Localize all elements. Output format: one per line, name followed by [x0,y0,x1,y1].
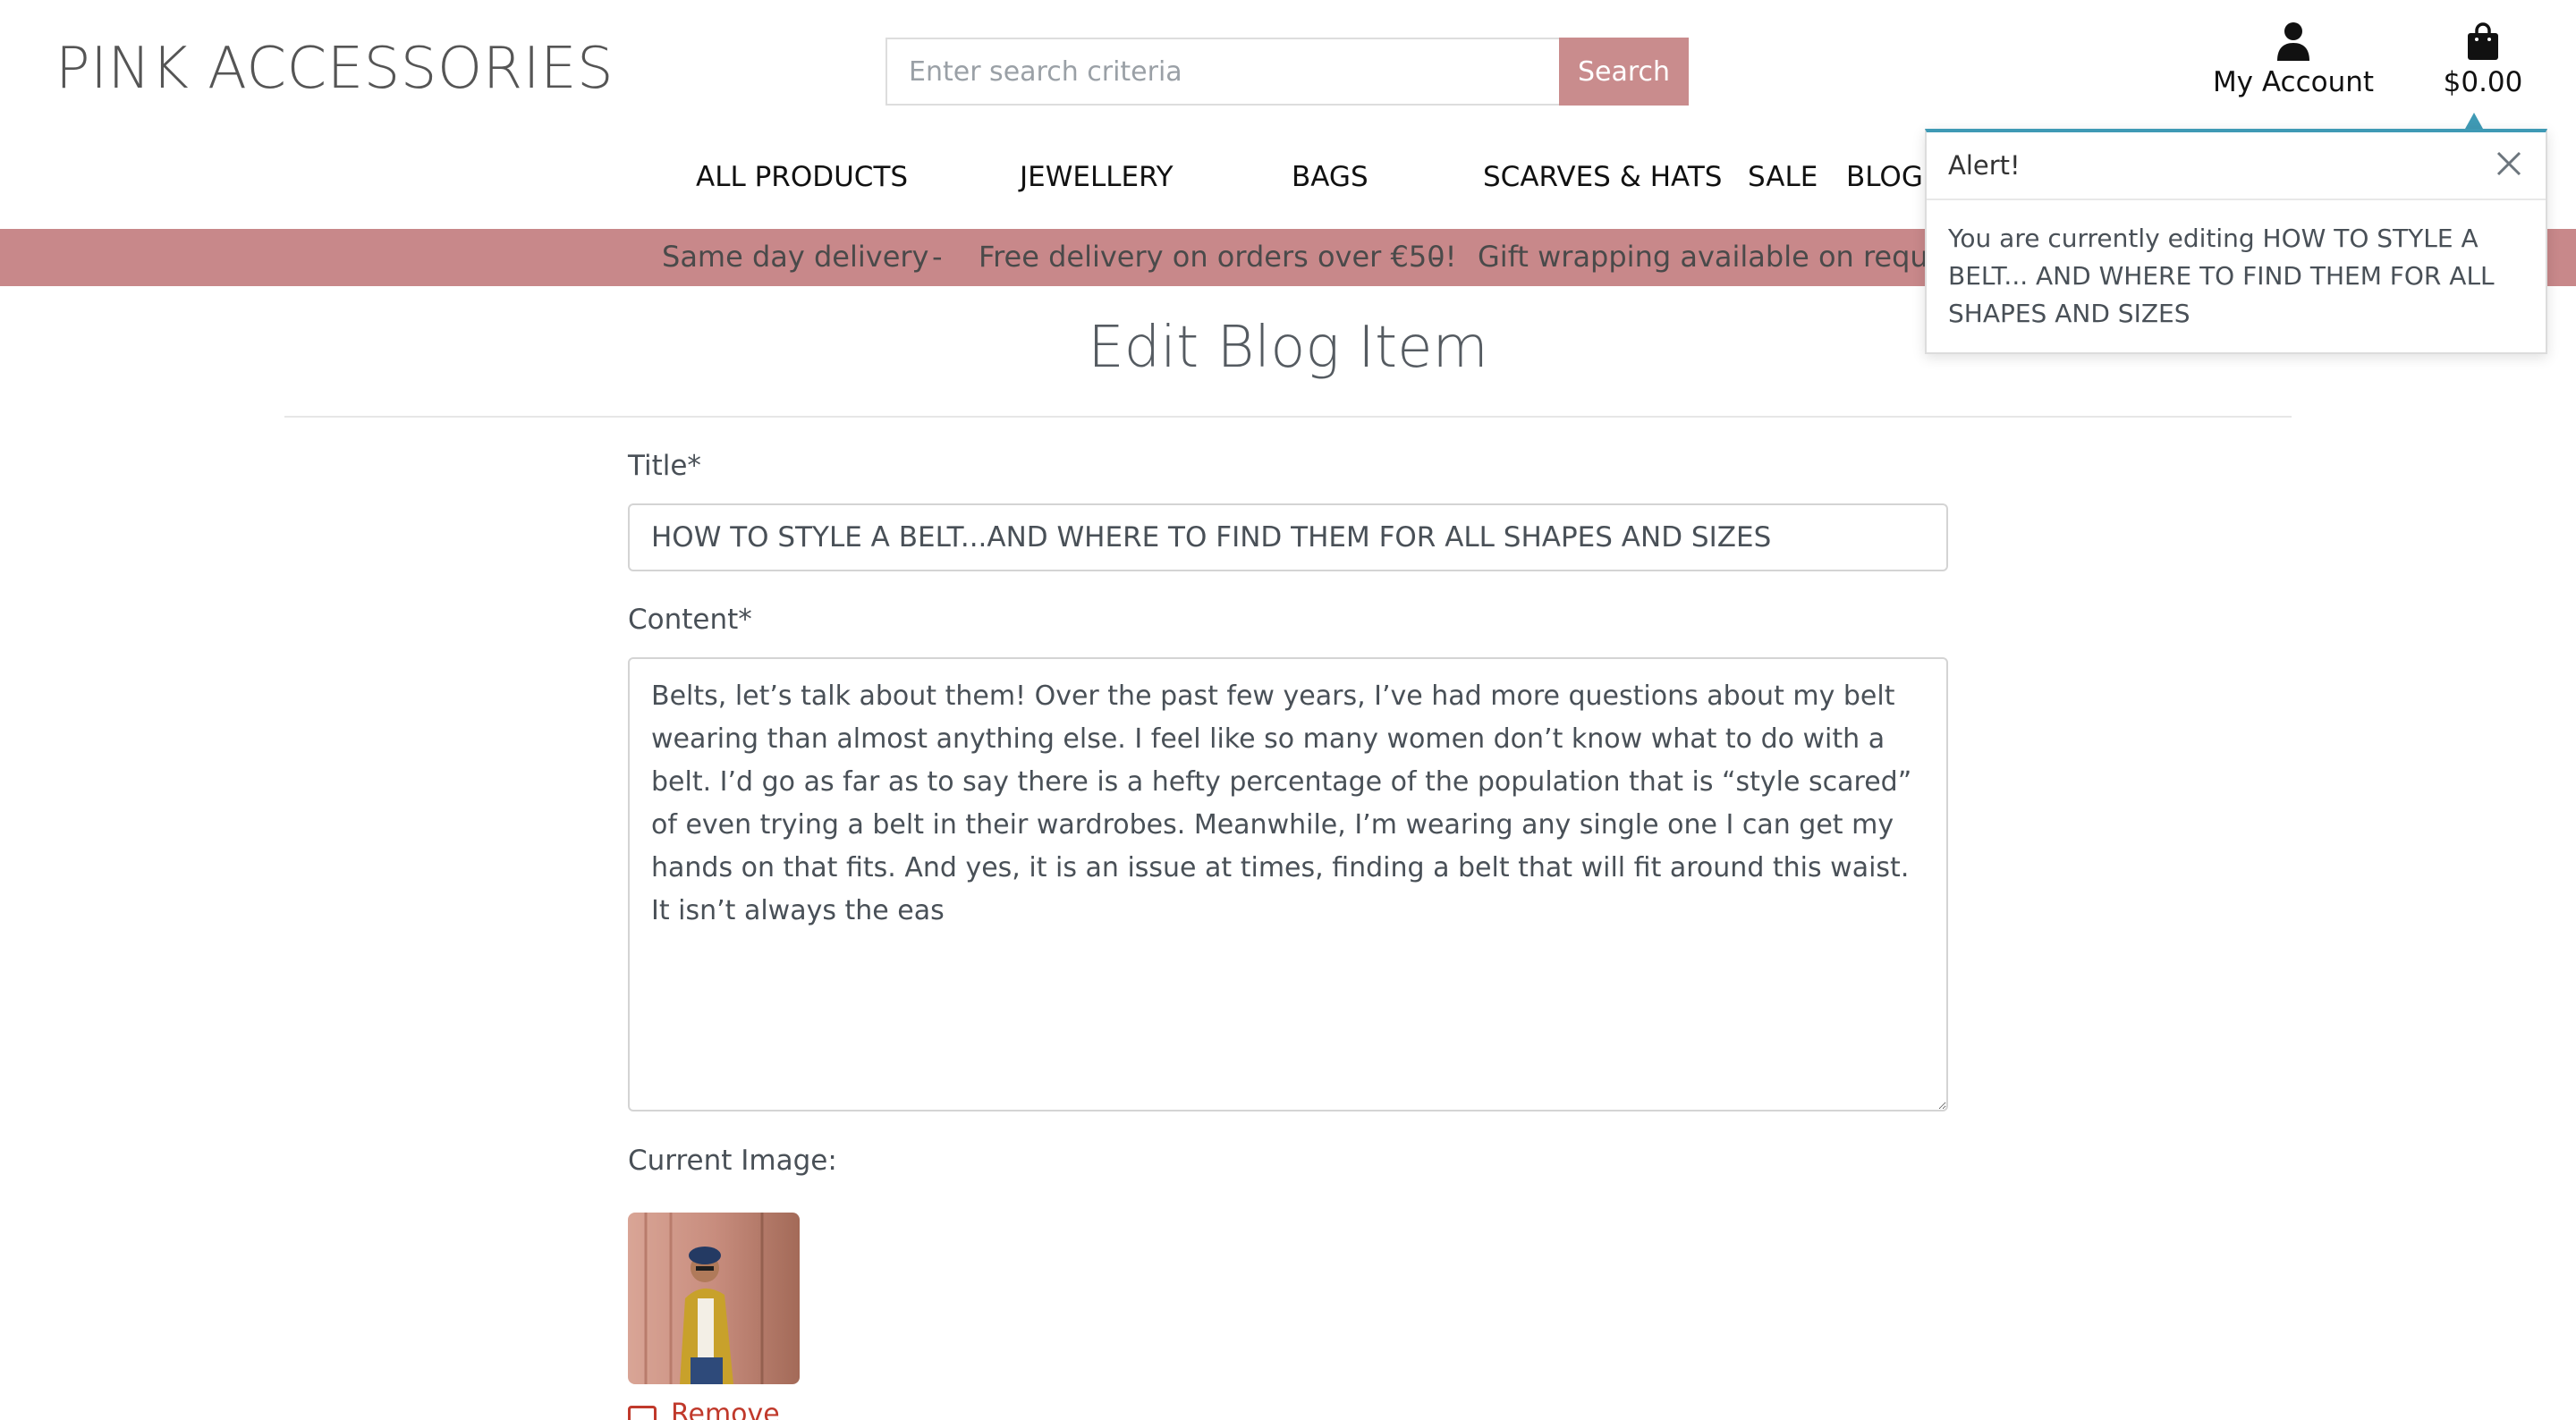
banner-same-day: Same day delivery [662,240,929,274]
my-account-label: My Account [2212,66,2375,98]
toast-header: Alert! [1927,132,2546,200]
banner-separator: - [1431,240,1442,274]
alert-toast: Alert! You are currently editing HOW TO … [1925,129,2547,354]
shopping-bag-icon [2468,22,2498,60]
close-icon[interactable] [2494,148,2524,179]
current-image-thumbnail [628,1213,800,1384]
content-label: Content* [628,604,752,636]
search-button[interactable]: Search [1559,38,1689,106]
banner-separator: - [932,240,943,274]
remove-image-checkbox[interactable] [628,1406,657,1420]
user-icon [2277,22,2309,61]
search-input[interactable] [886,38,1559,106]
my-account-link[interactable]: My Account [2204,21,2383,98]
nav-sale[interactable]: SALE [1748,161,1818,193]
toast-title: Alert! [1948,150,2021,181]
content-field[interactable]: Belts, let’s talk about them! Over the p… [628,657,1948,1111]
bag-total: $0.00 [2443,66,2523,98]
toast-arrow [2465,113,2483,129]
title-label: Title* [628,450,701,482]
banner-gift-wrapping: Gift wrapping available on request [1478,240,1972,274]
nav-bags[interactable]: BAGS [1292,161,1368,193]
remove-image-label[interactable]: Remove [671,1399,780,1420]
search-form: Search [886,38,1689,106]
nav-scarves-hats[interactable]: SCARVES & HATS [1483,161,1722,193]
site-logo[interactable]: PINK ACCESSORIES [55,36,614,102]
nav-blog[interactable]: BLOG [1846,161,1923,193]
nav-all-products[interactable]: ALL PRODUCTS [696,161,908,193]
shopping-bag-link[interactable]: $0.00 [2429,21,2537,98]
toast-message: You are currently editing HOW TO STYLE A… [1948,224,2495,328]
current-image-label: Current Image: [628,1145,837,1177]
banner-free-delivery: Free delivery on orders over €50! [979,240,1457,274]
title-divider [284,416,2292,418]
nav-jewellery[interactable]: JEWELLERY [1020,161,1174,193]
title-field[interactable] [628,503,1948,571]
